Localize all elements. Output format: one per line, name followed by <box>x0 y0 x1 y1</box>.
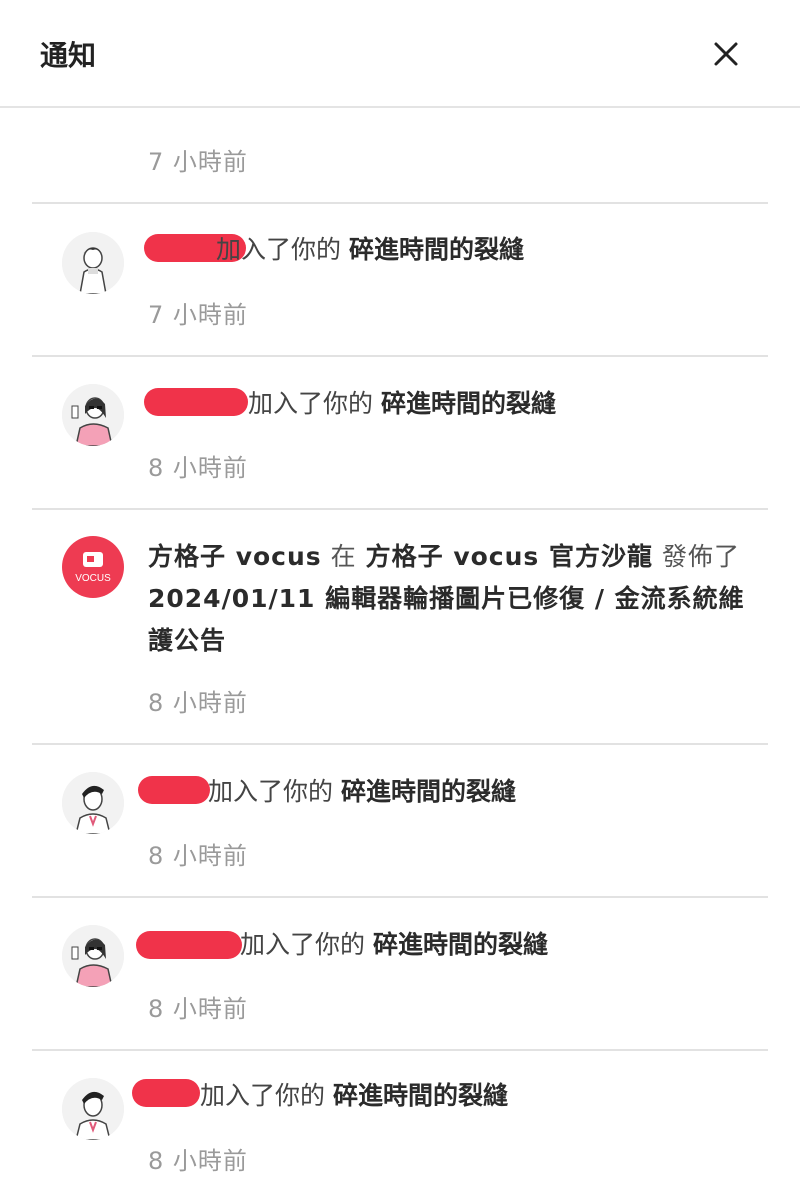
user-avatar-icon <box>62 384 124 446</box>
user-avatar-icon <box>62 772 124 834</box>
notification-text: 加入了你的 碎進時間的裂縫 <box>248 385 556 423</box>
action-text: 加入了你的 <box>240 930 366 959</box>
notification-text: 方格子 vocus 在 方格子 vocus 官方沙龍 發佈了 2024/01/1… <box>148 536 748 662</box>
notification-time: 8 小時前 <box>148 842 248 870</box>
avatar[interactable] <box>62 772 124 834</box>
user-avatar-icon <box>62 1078 124 1140</box>
close-icon <box>714 42 738 66</box>
close-button[interactable] <box>708 36 744 72</box>
notification-text: 加入了你的 碎進時間的裂縫 <box>216 231 524 269</box>
notification-time: 8 小時前 <box>148 1147 248 1175</box>
actor-name[interactable]: 方格子 vocus <box>148 542 322 571</box>
notification-time: 8 小時前 <box>148 689 248 717</box>
notifications-header: 通知 <box>0 0 800 108</box>
divider <box>32 896 768 898</box>
divider <box>32 508 768 510</box>
divider <box>32 202 768 204</box>
notification-time: 8 小時前 <box>148 995 248 1023</box>
action-text: 加入了你的 <box>216 235 342 264</box>
divider <box>32 355 768 357</box>
notification-time: 7 小時前 <box>148 148 248 176</box>
action-text: 加入了你的 <box>200 1081 326 1110</box>
post-title-link[interactable]: 2024/01/11 編輯器輪播圖片已修復 / 金流系統維護公告 <box>148 584 745 655</box>
user-avatar-icon <box>62 925 124 987</box>
notification-text: 加入了你的 碎進時間的裂縫 <box>200 1077 508 1115</box>
divider <box>32 1049 768 1051</box>
avatar[interactable] <box>62 925 124 987</box>
redacted-username <box>136 931 242 959</box>
redacted-username <box>132 1079 200 1107</box>
salon-link[interactable]: 方格子 vocus 官方沙龍 <box>366 542 653 571</box>
salon-link[interactable]: 碎進時間的裂縫 <box>349 235 524 264</box>
page-title: 通知 <box>40 39 97 72</box>
prep-text: 在 <box>330 542 357 571</box>
user-avatar-icon <box>62 232 124 294</box>
vocus-logo-icon: VOCUS <box>75 552 111 584</box>
vocus-avatar[interactable]: VOCUS <box>62 536 124 598</box>
action-text: 加入了你的 <box>248 389 374 418</box>
avatar[interactable] <box>62 1078 124 1140</box>
redacted-username <box>138 776 210 804</box>
notification-text: 加入了你的 碎進時間的裂縫 <box>208 773 516 811</box>
salon-link[interactable]: 碎進時間的裂縫 <box>381 389 556 418</box>
notification-time: 7 小時前 <box>148 301 248 329</box>
notification-time: 8 小時前 <box>148 454 248 482</box>
avatar[interactable] <box>62 232 124 294</box>
avatar[interactable] <box>62 384 124 446</box>
notification-text: 加入了你的 碎進時間的裂縫 <box>240 926 548 964</box>
salon-link[interactable]: 碎進時間的裂縫 <box>341 777 516 806</box>
action-text: 加入了你的 <box>208 777 334 806</box>
verb-text: 發佈了 <box>661 542 740 571</box>
salon-link[interactable]: 碎進時間的裂縫 <box>373 930 548 959</box>
divider <box>32 743 768 745</box>
salon-link[interactable]: 碎進時間的裂縫 <box>333 1081 508 1110</box>
redacted-username <box>144 388 248 416</box>
vocus-logo-text: VOCUS <box>75 573 111 584</box>
